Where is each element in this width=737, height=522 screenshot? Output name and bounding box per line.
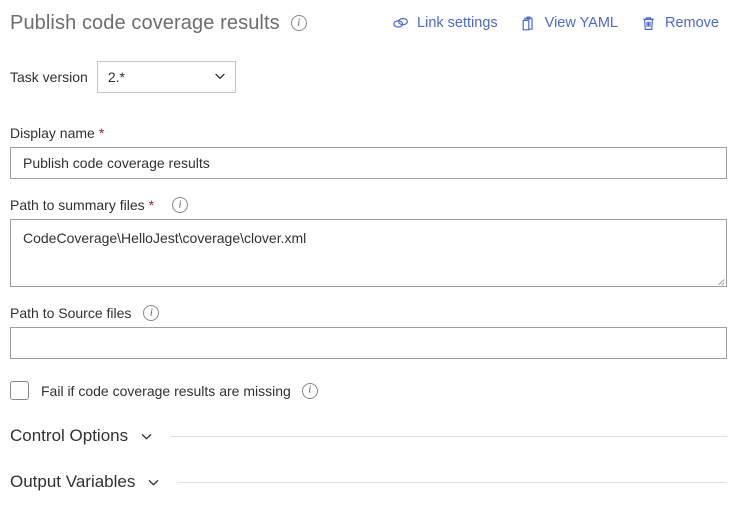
required-asterisk: * [149, 197, 154, 213]
info-icon: i [291, 15, 307, 31]
view-yaml-button[interactable]: View YAML [520, 15, 618, 32]
section-control-options[interactable]: Control Options [0, 426, 737, 446]
title-info-icon[interactable]: i [291, 15, 307, 31]
section-divider [178, 482, 727, 483]
info-icon: i [143, 305, 159, 321]
control-options-title: Control Options [10, 426, 128, 446]
link-settings-button[interactable]: Link settings [392, 15, 498, 32]
display-name-label: Display name [10, 125, 95, 141]
summary-files-textarea-wrap: CodeCoverage\HelloJest\coverage\clover.x… [10, 219, 727, 287]
display-name-field: Display name * [0, 125, 737, 179]
display-name-label-row: Display name * [10, 125, 727, 141]
summary-files-field: Path to summary files * i CodeCoverage\H… [0, 197, 737, 287]
output-variables-title: Output Variables [10, 472, 135, 492]
summary-files-info-icon[interactable]: i [172, 197, 188, 213]
source-files-field: Path to Source files i [0, 305, 737, 359]
chevron-down-icon [213, 69, 227, 86]
display-name-input[interactable] [10, 147, 727, 179]
info-icon: i [172, 197, 188, 213]
source-files-input[interactable] [10, 327, 727, 359]
chevron-down-icon [146, 475, 161, 490]
required-asterisk: * [99, 125, 104, 141]
summary-files-textarea[interactable]: CodeCoverage\HelloJest\coverage\clover.x… [10, 219, 727, 287]
summary-files-label: Path to summary files [10, 197, 145, 213]
remove-button[interactable]: Remove [640, 15, 719, 32]
page-title: Publish code coverage results [10, 12, 280, 35]
task-version-select[interactable]: 2.* [97, 61, 236, 93]
remove-label: Remove [665, 15, 719, 31]
clipboard-icon [520, 15, 537, 32]
header-actions: Link settings View YAML R [392, 15, 727, 32]
view-yaml-label: View YAML [545, 15, 618, 31]
task-version-value: 2.* [108, 69, 213, 85]
source-files-label: Path to Source files [10, 305, 131, 321]
fail-if-missing-checkbox[interactable] [10, 381, 29, 400]
source-files-label-row: Path to Source files i [10, 305, 727, 321]
chevron-down-icon [139, 429, 154, 444]
trash-icon [640, 15, 657, 32]
fail-if-missing-label[interactable]: Fail if code coverage results are missin… [41, 383, 291, 399]
task-version-row: Task version 2.* [0, 61, 737, 93]
link-settings-label: Link settings [417, 15, 498, 31]
fail-if-missing-info-icon[interactable]: i [302, 383, 318, 399]
task-version-label: Task version [10, 69, 88, 85]
section-divider [171, 436, 727, 437]
info-icon: i [302, 383, 318, 399]
summary-files-label-row: Path to summary files * i [10, 197, 727, 213]
link-icon [392, 15, 409, 32]
section-output-variables[interactable]: Output Variables [0, 472, 737, 492]
source-files-info-icon[interactable]: i [143, 305, 159, 321]
page-header: Publish code coverage results i Link set… [0, 0, 737, 36]
fail-if-missing-row: Fail if code coverage results are missin… [0, 381, 737, 400]
